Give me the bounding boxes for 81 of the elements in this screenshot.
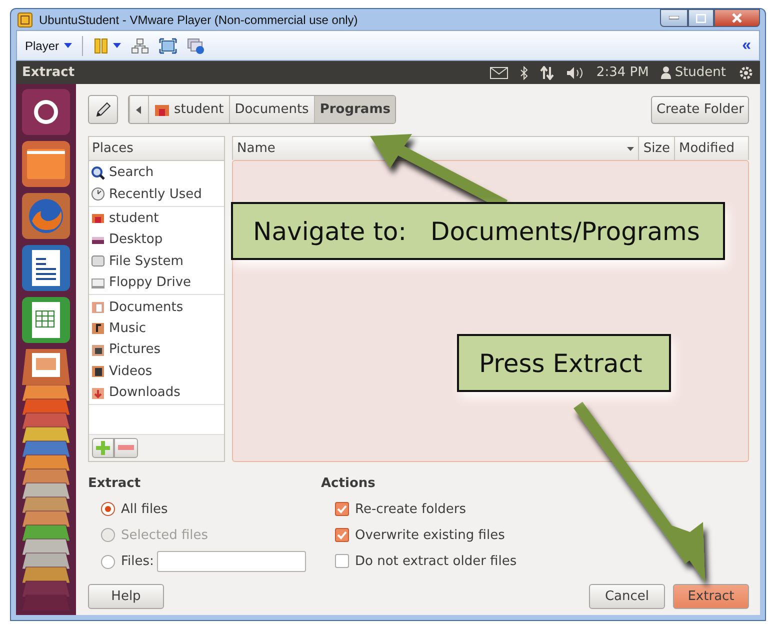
minus-icon bbox=[118, 445, 134, 451]
path-segment[interactable]: student bbox=[148, 96, 229, 123]
create-folder-button[interactable]: Create Folder bbox=[651, 96, 749, 124]
plus-icon bbox=[96, 441, 110, 455]
minimize-button[interactable] bbox=[660, 9, 688, 27]
place-item[interactable]: File System bbox=[89, 250, 224, 272]
place-item[interactable]: Recently Used bbox=[89, 183, 224, 205]
place-item[interactable]: Videos bbox=[89, 360, 224, 382]
documents-folder-icon bbox=[91, 300, 105, 314]
app-title: Extract bbox=[22, 65, 76, 80]
user-menu[interactable]: Student bbox=[660, 65, 726, 80]
videos-folder-icon bbox=[91, 364, 105, 378]
cancel-button[interactable]: Cancel bbox=[589, 584, 665, 609]
place-item[interactable]: Pictures bbox=[89, 339, 224, 361]
radio-button[interactable] bbox=[101, 502, 115, 516]
music-folder-icon bbox=[91, 321, 105, 336]
place-item[interactable]: student bbox=[89, 208, 224, 230]
checkbox[interactable] bbox=[335, 554, 349, 568]
player-menu[interactable]: Player bbox=[25, 38, 72, 53]
place-item[interactable]: Documents bbox=[89, 296, 224, 318]
downloads-folder-icon bbox=[91, 386, 105, 400]
folder-icon[interactable] bbox=[22, 141, 70, 187]
close-button[interactable] bbox=[714, 9, 760, 27]
dropdown-icon bbox=[627, 146, 634, 150]
place-item[interactable]: Music bbox=[89, 318, 224, 340]
checkbox-option[interactable]: Re-create folders bbox=[321, 499, 621, 519]
floppy-drive-icon bbox=[91, 276, 105, 290]
section-title: Extract bbox=[88, 476, 142, 491]
callout-label: Navigate to: Documents/Programs bbox=[231, 202, 725, 260]
power-gear-icon[interactable] bbox=[738, 64, 754, 80]
mail-icon[interactable] bbox=[490, 66, 508, 78]
dropdown-icon[interactable] bbox=[113, 43, 122, 48]
path-segment[interactable]: Programs bbox=[314, 96, 396, 123]
circle-logo-icon[interactable] bbox=[22, 89, 70, 135]
fullscreen-icon[interactable] bbox=[159, 38, 178, 54]
column-header[interactable]: Name bbox=[233, 137, 638, 160]
callout-label: Press Extract bbox=[457, 334, 671, 392]
close-icon bbox=[732, 13, 742, 23]
radio-button[interactable] bbox=[101, 554, 115, 568]
checkbox-option[interactable]: Overwrite existing files bbox=[321, 525, 621, 545]
user-icon bbox=[660, 66, 671, 79]
windows-info-icon[interactable] bbox=[187, 38, 206, 54]
pencil-icon bbox=[94, 100, 112, 118]
checkbox[interactable] bbox=[335, 502, 349, 516]
search-icon bbox=[91, 166, 105, 180]
radio-option[interactable]: All files bbox=[88, 499, 321, 519]
maximize-icon bbox=[696, 14, 706, 22]
document-icon[interactable] bbox=[22, 245, 70, 291]
presentation-icon[interactable] bbox=[22, 349, 70, 385]
drive-icon bbox=[91, 254, 105, 268]
checkbox-option[interactable]: Do not extract older files bbox=[321, 551, 621, 571]
network-arrows-icon[interactable] bbox=[540, 66, 554, 80]
spreadsheet-icon[interactable] bbox=[22, 297, 70, 343]
pictures-folder-icon bbox=[91, 342, 105, 357]
home-folder-icon bbox=[91, 211, 105, 226]
radio-option[interactable]: Files: bbox=[88, 552, 154, 572]
pause-icon[interactable] bbox=[93, 38, 110, 54]
edit-button[interactable] bbox=[88, 95, 118, 124]
clock-time[interactable]: 2:34 PM bbox=[596, 65, 649, 80]
bluetooth-icon[interactable] bbox=[520, 66, 528, 80]
collapse-button[interactable]: « bbox=[742, 38, 751, 54]
places-header: Places bbox=[89, 137, 224, 161]
window-title: UbuntuStudent - VMware Player (Non-commercial use only) bbox=[39, 12, 359, 27]
clock-icon bbox=[91, 187, 105, 202]
caret-icon bbox=[64, 43, 72, 48]
place-item[interactable]: Downloads bbox=[89, 382, 224, 404]
left-triangle-icon bbox=[135, 106, 143, 114]
minimize-icon bbox=[669, 16, 679, 20]
section-title: Actions bbox=[321, 476, 376, 491]
extract-button[interactable]: Extract bbox=[673, 584, 749, 609]
input-field[interactable] bbox=[156, 551, 306, 572]
checkbox[interactable] bbox=[335, 528, 349, 542]
home-folder-icon bbox=[154, 102, 170, 116]
maximize-button[interactable] bbox=[688, 9, 714, 27]
place-item[interactable]: Floppy Drive bbox=[89, 272, 224, 294]
place-item[interactable]: Search bbox=[89, 162, 224, 184]
place-item[interactable]: Desktop bbox=[89, 229, 224, 251]
help-button[interactable]: Help bbox=[88, 584, 164, 609]
volume-icon[interactable] bbox=[566, 66, 584, 80]
network-icon[interactable] bbox=[131, 38, 150, 54]
vmware-logo-icon bbox=[17, 12, 33, 28]
